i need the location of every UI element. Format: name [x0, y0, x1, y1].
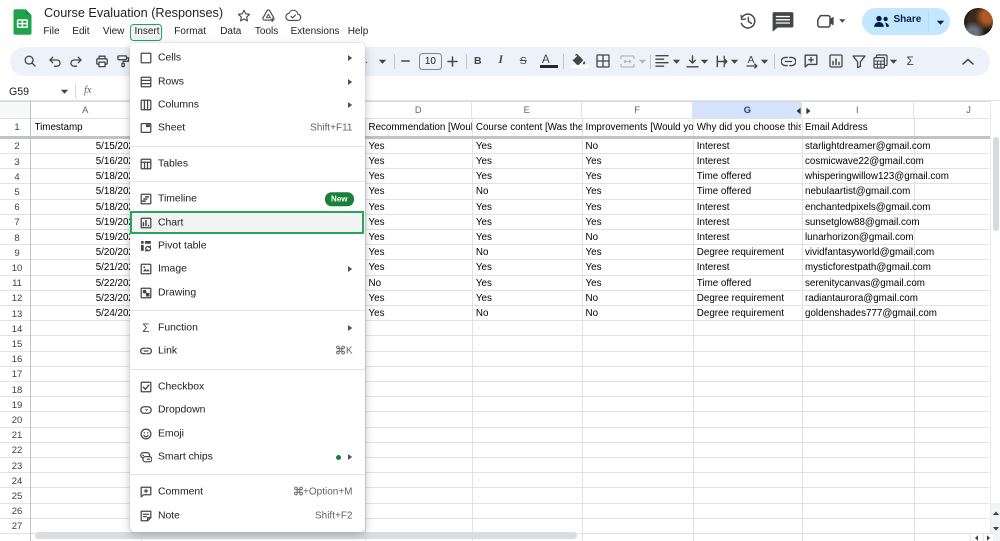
svg-text:Σ: Σ: [142, 323, 149, 334]
